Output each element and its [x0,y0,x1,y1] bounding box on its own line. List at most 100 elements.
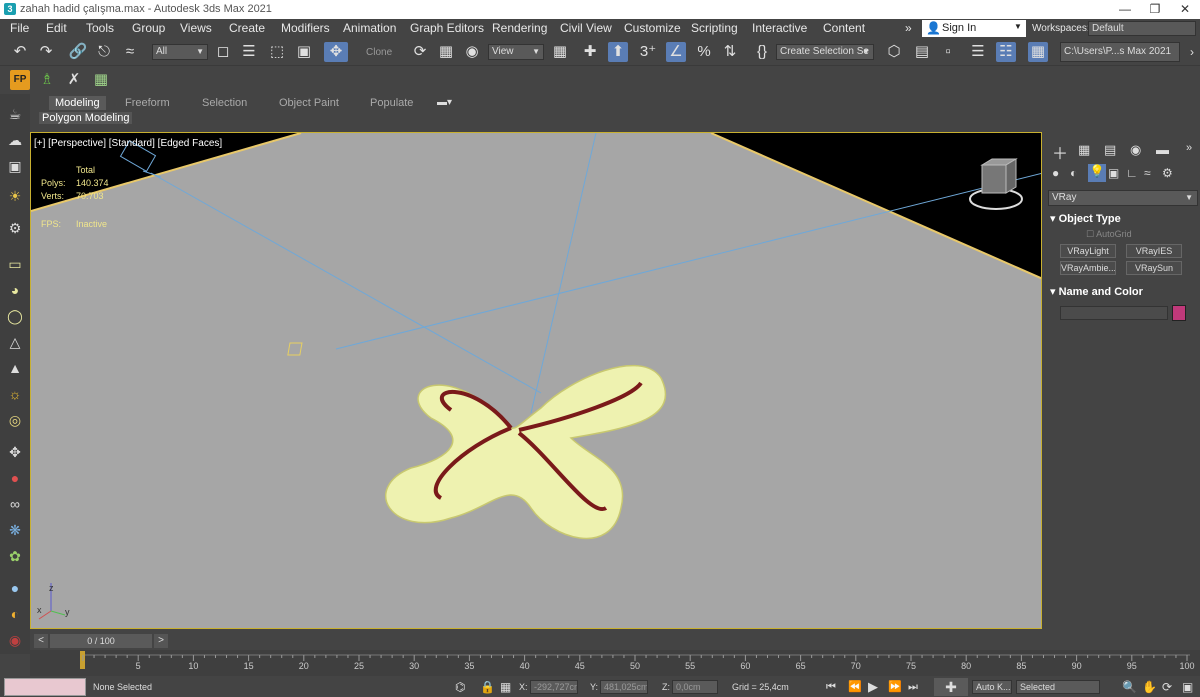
z-coordinate-field[interactable]: 0,0cm [672,680,718,694]
menu-views[interactable]: Views [180,21,212,35]
shapes-icon[interactable]: ◐ [1070,166,1077,180]
redo-icon[interactable]: ↷ [36,42,56,62]
project-folder-dropdown[interactable]: C:\Users\P...s Max 2021 [1060,42,1180,62]
maximize-viewport-icon[interactable]: ▣ [1182,680,1193,694]
name-color-rollout[interactable]: ▾ Name and Color [1050,285,1196,298]
link-icon[interactable]: 🔗 [68,42,88,62]
sphere-light-icon[interactable]: ◯ [5,306,25,326]
tab-object-paint[interactable]: Object Paint [273,96,345,110]
menu-modifiers[interactable]: Modifiers [281,21,330,35]
menu-animation[interactable]: Animation [343,21,396,35]
modify-tab-icon[interactable]: ▦ [1078,142,1090,158]
zoom-icon[interactable]: 🔍 [1122,680,1137,694]
undo-icon[interactable]: ↶ [10,42,30,62]
particle-icon[interactable]: ✥ [5,442,25,462]
tools-icon[interactable]: ✗ [64,70,84,90]
sign-in-button[interactable]: 👤 Sign In ▼ [922,20,1026,37]
play-icon[interactable]: ▶ [868,680,878,694]
isolate-icon[interactable]: ⌬ [455,680,465,694]
sun-icon[interactable]: ☼ [5,384,25,404]
select-and-move-icon[interactable]: ✥ [324,42,348,62]
schematic-view-icon[interactable]: ▦ [1028,42,1048,62]
orbit-icon[interactable]: ⟳ [1162,680,1172,694]
menu-customize[interactable]: Customize [624,21,681,35]
populate-icon[interactable]: ♗ [37,70,57,90]
material-sphere-icon[interactable]: ● [5,578,25,598]
dome-icon[interactable]: ◕ [5,280,25,300]
maxscript-listener[interactable] [4,678,86,696]
absolute-mode-icon[interactable]: ▦ [500,680,511,694]
menu-graph-editors[interactable]: Graph Editors [410,21,484,35]
next-frame-icon[interactable]: ⏩ [888,680,902,694]
pan-icon[interactable]: ✋ [1142,680,1157,694]
menu-overflow-icon[interactable]: » [905,21,912,35]
x-coordinate-field[interactable]: -292,727cm [530,680,578,694]
menu-content[interactable]: Content [823,21,865,35]
lights-icon[interactable]: 💡 [1088,164,1106,182]
edit-named-selection-icon[interactable]: {} [752,42,772,62]
helpers-icon[interactable]: ∟ [1126,166,1138,180]
pivot-center-icon[interactable]: ▦ [550,42,570,62]
time-prev-button[interactable]: < [34,634,48,648]
ribbon-toggle-icon[interactable]: ☷ [996,42,1016,62]
angle-snap-icon[interactable]: ∠ [666,42,686,62]
workspace-dropdown[interactable]: Default [1088,21,1196,36]
geometry-icon[interactable]: ● [1052,166,1059,180]
rectangular-selection-icon[interactable]: ⬚ [267,42,287,62]
tab-modeling[interactable]: Modeling [49,96,106,110]
align-icon[interactable]: ▫ [938,42,958,62]
time-slider[interactable]: 0 / 100 [50,634,152,648]
material-browser-icon[interactable]: ◐ [5,604,25,624]
systems-icon[interactable]: ⚙ [1162,166,1173,180]
menu-civil-view[interactable]: Civil View [560,21,612,35]
menu-group[interactable]: Group [132,21,165,35]
close-button[interactable]: ✕ [1170,1,1200,18]
clone-label[interactable]: Clone [366,47,392,58]
hierarchy-tab-icon[interactable]: ▤ [1104,142,1116,158]
object-name-field[interactable] [1060,306,1168,320]
manipulate-icon[interactable]: ✚ [580,42,600,62]
named-selection-dropdown[interactable]: Create Selection Se ▼ [776,44,874,60]
window-crossing-icon[interactable]: ▣ [294,42,314,62]
menu-create[interactable]: Create [229,21,265,35]
minimize-button[interactable]: — [1110,1,1140,18]
keyboard-shortcut-override-icon[interactable]: ⬆ [608,42,628,62]
percent-snap-icon[interactable]: % [694,42,714,62]
teapot-icon[interactable]: ☕ [5,104,25,124]
color-swatch[interactable] [1172,305,1186,321]
menu-rendering[interactable]: Rendering [492,21,547,35]
spacewarps-icon[interactable]: ≈ [1144,166,1151,180]
unlink-icon[interactable]: ⎋ [94,42,114,62]
set-key-icon[interactable]: ✚ [934,678,968,696]
layer-explorer-icon[interactable]: ☰ [968,42,988,62]
camera-icon[interactable]: ▣ [5,156,25,176]
go-to-start-icon[interactable]: ⏮ [826,680,836,694]
tab-freeform[interactable]: Freeform [119,96,176,110]
ies-light-icon[interactable]: ◎ [5,410,25,430]
auto-key-button[interactable]: Auto K... [972,680,1012,694]
vrayambient-button[interactable]: VRayAmbie... [1060,261,1116,275]
helper-icon[interactable]: ⚙ [5,218,25,238]
panel-overflow-icon[interactable]: » [1186,142,1192,154]
fluid-icon[interactable]: ❋ [5,520,25,540]
key-mode-dropdown[interactable]: Selected [1016,680,1100,694]
bind-space-warp-icon[interactable]: ≈ [120,42,140,62]
autogrid-checkbox[interactable]: ☐ AutoGrid [1086,229,1132,240]
motion-tab-icon[interactable]: ◉ [1130,142,1141,158]
display-tab-icon[interactable]: ▬ [1156,142,1169,157]
scale-icon[interactable]: ▦ [436,42,456,62]
menu-file[interactable]: File [10,21,29,35]
overflow-icon[interactable]: › [1182,42,1200,62]
menu-scripting[interactable]: Scripting [691,21,738,35]
dynamics-icon[interactable]: ● [5,468,25,488]
placement-icon[interactable]: ◉ [462,42,482,62]
spot-light-icon[interactable]: △ [5,332,25,352]
vraysun-button[interactable]: VRaySun [1126,261,1182,275]
cameras-icon[interactable]: ▣ [1108,166,1119,180]
tab-selection[interactable]: Selection [196,96,253,110]
snaps-toggle-icon[interactable]: 3⁺ [638,42,658,62]
create-tab-icon[interactable]: ＋ [1052,140,1068,164]
ribbon-options-icon[interactable]: ▬▾ [437,97,452,108]
reference-coord-dropdown[interactable]: View ▼ [488,44,544,60]
select-by-name-icon[interactable]: ☰ [239,42,259,62]
